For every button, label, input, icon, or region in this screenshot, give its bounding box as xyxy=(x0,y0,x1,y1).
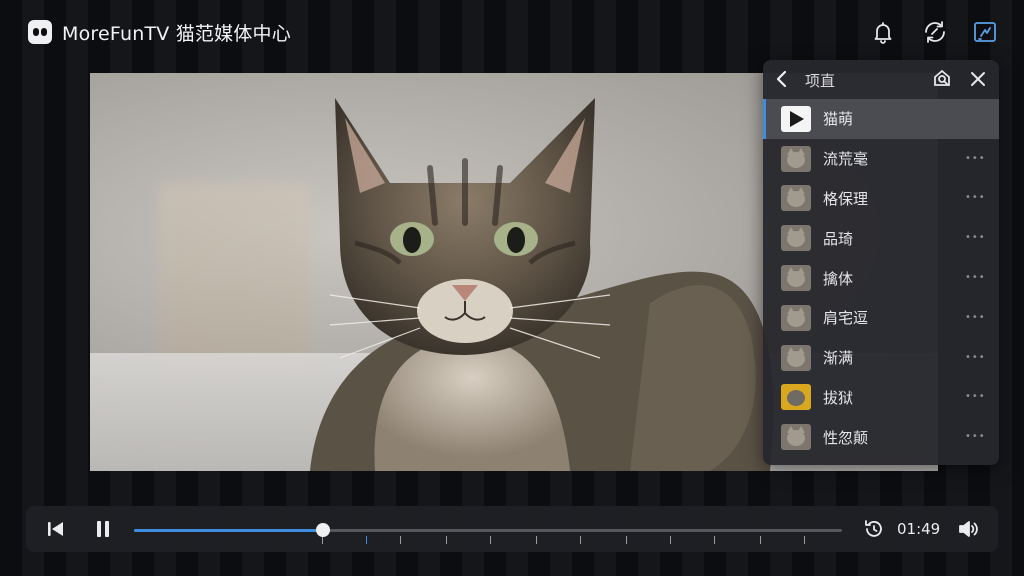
list-item[interactable]: 品琦 ••• xyxy=(763,218,999,258)
item-label: 猫萌 xyxy=(823,110,854,129)
item-label: 拔狱 xyxy=(823,388,854,407)
progress-handle[interactable] xyxy=(316,523,331,537)
item-label: 性忽颠 xyxy=(823,428,869,447)
chapter-marker xyxy=(760,536,761,544)
progress-bar[interactable] xyxy=(134,523,842,544)
panel-title: 项直 xyxy=(805,72,836,90)
cat-thumbnail xyxy=(781,265,811,292)
list-item[interactable]: 性忽颠 ••• xyxy=(763,417,999,457)
list-item[interactable]: 肩宅逗 ••• xyxy=(763,298,999,338)
playlist-panel: 项直 猫萌 流荒毫 ••• 格保理 ••• 品琦 ••• 擒体 ••• 肩宅逗 … xyxy=(763,60,999,465)
chapter-marker xyxy=(446,536,447,544)
more-icon[interactable]: ••• xyxy=(965,352,985,362)
chapter-marker xyxy=(714,536,715,544)
sync-icon[interactable] xyxy=(921,18,949,46)
progress-fill xyxy=(134,529,324,532)
cat-thumbnail xyxy=(781,185,811,212)
cat-thumbnail xyxy=(781,424,811,451)
previous-icon[interactable] xyxy=(44,517,68,541)
top-bar: MoreFunTV 猫范媒体中心 xyxy=(0,0,1024,64)
item-label: 格保理 xyxy=(823,189,869,208)
playback-time: 01:49 xyxy=(897,520,941,538)
more-icon[interactable]: ••• xyxy=(965,432,985,442)
item-label: 肩宅逗 xyxy=(823,309,869,328)
playlist: 猫萌 流荒毫 ••• 格保理 ••• 品琦 ••• 擒体 ••• 肩宅逗 ••• xyxy=(763,99,999,457)
list-item[interactable]: 流荒毫 ••• xyxy=(763,139,999,179)
more-icon[interactable]: ••• xyxy=(965,273,985,283)
app-title: MoreFunTV 猫范媒体中心 xyxy=(62,23,291,45)
more-icon[interactable]: ••• xyxy=(965,193,985,203)
volume-icon[interactable] xyxy=(956,517,980,541)
more-icon[interactable]: ••• xyxy=(965,312,985,322)
cast-icon[interactable] xyxy=(971,18,999,46)
close-icon[interactable] xyxy=(967,68,989,90)
item-label: 渐满 xyxy=(823,349,854,368)
item-label: 流荒毫 xyxy=(823,150,869,169)
search-icon[interactable] xyxy=(931,68,953,90)
cat-thumbnail xyxy=(781,304,811,331)
play-thumbnail xyxy=(781,105,811,132)
list-item[interactable]: 拔狱 ••• xyxy=(763,378,999,418)
pause-icon[interactable] xyxy=(91,517,115,541)
logo-icon xyxy=(28,20,52,44)
chapter-marker xyxy=(626,536,627,544)
replay-icon[interactable] xyxy=(862,517,886,541)
item-label: 品琦 xyxy=(823,229,854,248)
list-item[interactable]: 擒体 ••• xyxy=(763,258,999,298)
list-item[interactable]: 格保理 ••• xyxy=(763,179,999,219)
more-icon[interactable]: ••• xyxy=(965,392,985,402)
cat-thumbnail xyxy=(781,225,811,252)
item-label: 擒体 xyxy=(823,269,854,288)
cat-thumbnail xyxy=(781,384,811,411)
chapter-marker xyxy=(670,536,671,544)
chapter-marker xyxy=(580,536,581,544)
cat-thumbnail xyxy=(781,344,811,371)
back-icon[interactable] xyxy=(771,68,793,90)
list-item[interactable]: 猫萌 xyxy=(763,99,999,139)
chapter-marker xyxy=(322,536,323,544)
chapter-marker xyxy=(490,536,491,544)
chapter-marker xyxy=(804,536,805,544)
more-icon[interactable]: ••• xyxy=(965,153,985,163)
chapter-marker xyxy=(400,536,401,544)
chapter-marker xyxy=(536,536,537,544)
panel-header: 项直 xyxy=(763,60,999,98)
cat-thumbnail xyxy=(781,145,811,172)
chapter-marker xyxy=(366,536,367,544)
bell-icon[interactable] xyxy=(869,18,897,46)
more-icon[interactable]: ••• xyxy=(965,233,985,243)
list-item[interactable]: 渐满 ••• xyxy=(763,338,999,378)
playback-controls: 01:49 xyxy=(26,506,998,552)
